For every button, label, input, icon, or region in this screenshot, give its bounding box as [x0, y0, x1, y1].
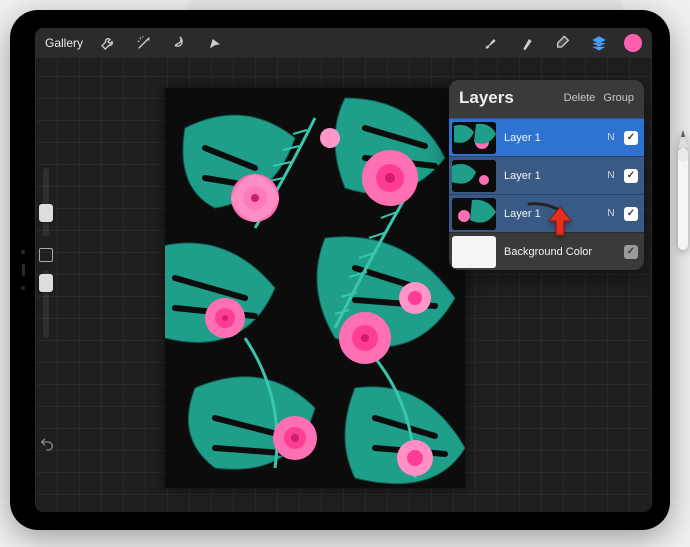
layer-visible-checkbox[interactable]: ✓ [624, 245, 638, 259]
layer-thumbnail [452, 160, 496, 192]
brush-size-opacity-sliders[interactable] [39, 168, 53, 338]
layer-row[interactable]: Layer 1 N ✓ [449, 194, 644, 232]
wrench-icon[interactable] [97, 32, 119, 54]
layer-row[interactable]: Layer 1 N ✓ [449, 156, 644, 194]
layer-blend-mode[interactable]: N [606, 170, 616, 181]
smudge-icon[interactable] [516, 32, 538, 54]
undo-icon[interactable] [39, 436, 55, 452]
wand-icon[interactable] [133, 32, 155, 54]
app-screen: Gallery [35, 28, 652, 512]
layers-panel-title: Layers [459, 88, 556, 108]
layer-visible-checkbox[interactable]: ✓ [624, 169, 638, 183]
brush-opacity-thumb[interactable] [39, 274, 53, 292]
layer-name-label: Background Color [504, 246, 616, 258]
layer-thumbnail [452, 198, 496, 230]
layer-name-label: Layer 1 [504, 132, 598, 144]
ipad-side-controls [14, 10, 32, 530]
layer-blend-mode[interactable]: N [606, 132, 616, 143]
layers-group-button[interactable]: Group [603, 92, 634, 104]
layers-panel-header: Layers Delete Group [449, 80, 644, 118]
move-icon[interactable] [205, 32, 227, 54]
layer-thumbnail [452, 122, 496, 154]
gallery-button[interactable]: Gallery [45, 36, 83, 50]
layers-icon[interactable] [588, 32, 610, 54]
brush-size-slider[interactable] [43, 168, 49, 236]
layer-blend-mode[interactable]: N [606, 208, 616, 219]
canvas-artwork[interactable] [165, 88, 465, 488]
brush-opacity-slider[interactable] [43, 270, 49, 338]
layers-delete-button[interactable]: Delete [564, 92, 596, 104]
layer-row-background[interactable]: Background Color ✓ [449, 232, 644, 270]
layer-name-label: Layer 1 [504, 208, 598, 220]
top-toolbar: Gallery [35, 28, 652, 58]
eraser-icon[interactable] [552, 32, 574, 54]
selection-icon[interactable] [169, 32, 191, 54]
ipad-device-frame: Gallery [10, 10, 670, 530]
layers-panel: Layers Delete Group Layer 1 N ✓ Layer 1 … [449, 80, 644, 270]
layer-name-label: Layer 1 [504, 170, 598, 182]
apple-pencil-icon [672, 130, 690, 250]
brush-icon[interactable] [480, 32, 502, 54]
layer-thumbnail [452, 236, 496, 268]
brush-size-thumb[interactable] [39, 204, 53, 222]
modify-button[interactable] [39, 248, 53, 262]
layer-visible-checkbox[interactable]: ✓ [624, 207, 638, 221]
color-swatch-button[interactable] [624, 34, 642, 52]
layer-row[interactable]: Layer 1 N ✓ [449, 118, 644, 156]
layer-visible-checkbox[interactable]: ✓ [624, 131, 638, 145]
